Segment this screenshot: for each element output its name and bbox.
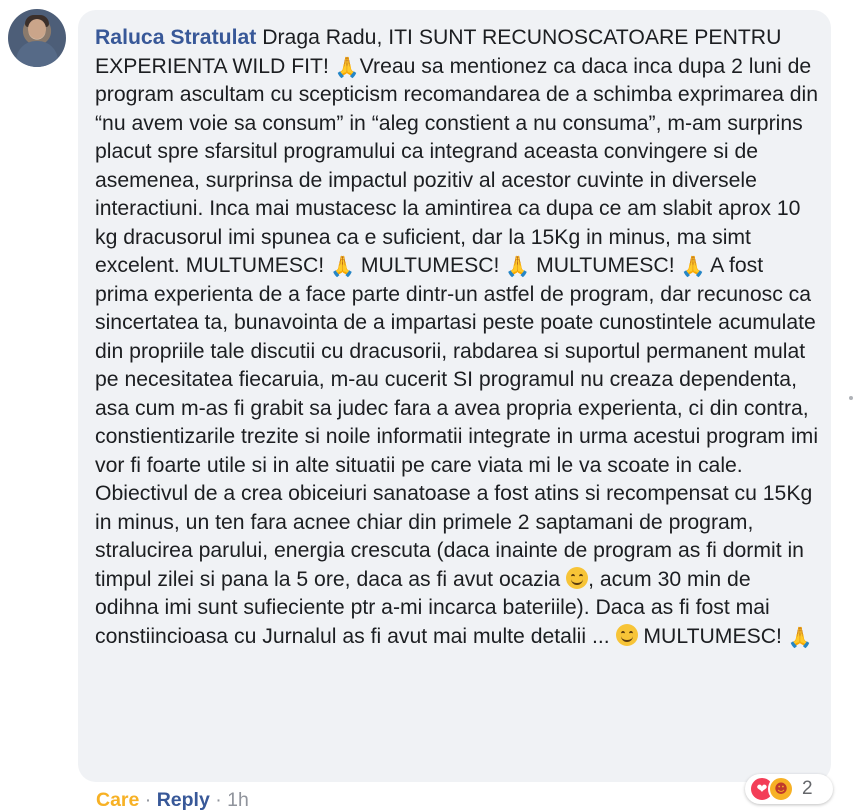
comment-actions: Care · Reply · 1h [96,789,249,812]
comment-text-segment: Vreau sa mentionez ca daca inca dupa 2 l… [95,54,819,278]
comment-bubble: Raluca Stratulat Draga Radu, ITI SUNT RE… [78,10,831,782]
comment-text-segment: MULTUMESC! [530,254,681,277]
comment-text-segment: MULTUMESC! [637,624,788,648]
folded-hands-emoji-icon: 🙏 [505,254,531,278]
scroll-indicator-dot [849,396,853,400]
avatar-head [28,19,46,39]
separator-dot: · [215,789,222,811]
smiling-face-emoji-icon [566,566,589,589]
comment-text-segment: MULTUMESC! [355,254,506,277]
comment-text: Raluca Stratulat Draga Radu, ITI SUNT RE… [95,24,819,651]
folded-hands-emoji-icon: 🙏 [330,254,355,278]
reaction-count: 2 [802,778,813,799]
folded-hands-emoji-icon: 🙏 [787,624,813,649]
reactions-summary[interactable]: ❤ ☻ 2 [745,774,833,804]
comment-body: Draga Radu, ITI SUNT RECUNOSCATOARE PENT… [95,26,818,648]
care-icon: ☻ [768,776,794,802]
avatar-body [16,41,58,67]
reply-button[interactable]: Reply [157,789,210,811]
care-reaction-button[interactable]: Care [96,789,139,811]
folded-hands-emoji-icon: 🙏 [334,54,360,79]
smiling-face-emoji-icon [615,623,638,646]
commenter-avatar[interactable] [8,9,66,67]
comment-timestamp[interactable]: 1h [227,789,249,811]
comment-text-segment: A fost prima experienta de a face parte … [95,254,819,591]
folded-hands-emoji-icon: 🙏 [680,254,706,278]
comment-author-link[interactable]: Raluca Stratulat [95,26,256,49]
separator-dot: · [144,789,152,811]
